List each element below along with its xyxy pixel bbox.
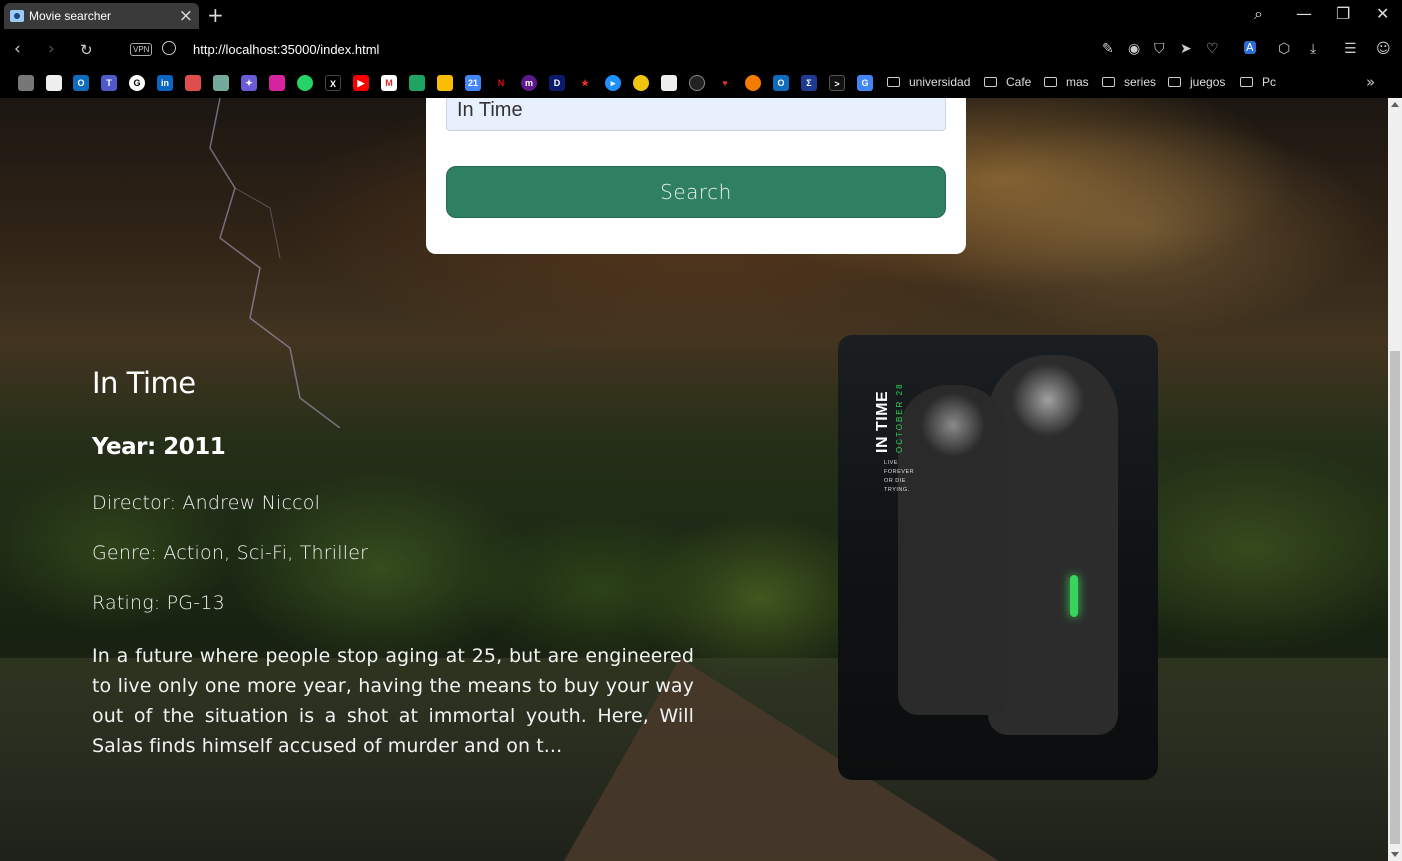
folder-label: juegos — [1190, 75, 1226, 89]
bookmark-notes-icon[interactable] — [18, 75, 34, 91]
bookmark-max-icon[interactable]: m — [521, 75, 537, 91]
bookmark-terminal-icon[interactable]: > — [829, 75, 845, 91]
bookmark-folder-mas[interactable]: mas — [1044, 75, 1089, 89]
tab-close-icon[interactable]: × — [179, 7, 193, 25]
bookmark-sigma-icon[interactable]: Σ — [801, 75, 817, 91]
bookmark-analytics-icon[interactable] — [745, 75, 761, 91]
bookmark-doc-icon[interactable] — [46, 75, 62, 91]
bookmark-disney-icon[interactable]: D — [549, 75, 565, 91]
bookmark-folder-universidad[interactable]: universidad — [887, 75, 970, 89]
bookmark-folder-pc[interactable]: Pc — [1240, 75, 1276, 89]
menu-icon[interactable]: ☰ — [1344, 41, 1357, 57]
bookmark-netflix-icon[interactable]: N — [493, 75, 509, 91]
download-icon[interactable]: ⤓ — [1310, 41, 1316, 57]
maximize-icon[interactable]: ❐ — [1336, 4, 1350, 23]
bookmark-page-icon[interactable] — [661, 75, 677, 91]
movie-plot: In a future where people stop aging at 2… — [92, 645, 694, 757]
folder-icon — [1044, 77, 1057, 87]
movie-director: Director: Andrew Niccol — [92, 492, 321, 514]
bookmark-x-icon[interactable]: X — [325, 75, 341, 91]
page-scrollbar[interactable] — [1388, 98, 1402, 861]
folder-label: universidad — [909, 75, 971, 89]
folder-icon — [1240, 77, 1253, 87]
bookmark-chatgpt-icon[interactable] — [213, 75, 229, 91]
edit-icon[interactable]: ✎ — [1102, 41, 1114, 57]
poster-date: OCTOBER 28 — [895, 382, 904, 453]
scroll-up-icon[interactable] — [1391, 102, 1399, 107]
bookmark-book-icon[interactable] — [185, 75, 201, 91]
forward-icon[interactable]: › — [48, 39, 55, 59]
poster-figure-woman — [898, 385, 1008, 715]
navigation-bar: ‹ › ↻ VPN http://localhost:35000/index.h… — [0, 32, 1402, 68]
bookmark-github-icon[interactable]: G — [129, 75, 145, 91]
bookmark-teams-icon[interactable]: T — [101, 75, 117, 91]
search-button[interactable]: Search — [446, 166, 946, 218]
movie-rating: Rating: PG-13 — [92, 592, 225, 614]
more-bookmarks-icon[interactable]: » — [1366, 73, 1375, 91]
folder-label: Cafe — [1006, 75, 1032, 89]
bookmark-drive-icon[interactable] — [409, 75, 425, 91]
bookmark-instagram-icon[interactable] — [269, 75, 285, 91]
search-input[interactable] — [446, 98, 946, 131]
bookmark-youtube-icon[interactable]: ▶ — [353, 75, 369, 91]
folder-label: series — [1124, 75, 1157, 89]
movie-poster: IN TIME OCTOBER 28 LIVE FOREVER OR DIE T… — [838, 335, 1158, 780]
bookmark-outlook2-icon[interactable]: O — [773, 75, 789, 91]
address-bar[interactable]: http://localhost:35000/index.html — [193, 42, 379, 57]
new-tab-icon[interactable]: + — [207, 3, 224, 27]
scroll-thumb[interactable] — [1390, 351, 1400, 844]
extensions-icon[interactable]: ⬡ — [1278, 41, 1290, 57]
search-tabs-icon[interactable]: ⌕ — [1254, 4, 1263, 24]
poster-title: IN TIME — [874, 390, 891, 453]
bookmark-folder-cafe[interactable]: Cafe — [984, 75, 1031, 89]
shield-icon[interactable]: ⛉ — [1154, 41, 1165, 57]
translate-icon[interactable]: A — [1244, 41, 1256, 54]
bookmark-folder-juegos[interactable]: juegos — [1168, 75, 1225, 89]
site-info-icon[interactable] — [162, 41, 176, 55]
folder-icon — [887, 77, 900, 87]
bookmark-calendar-icon[interactable]: 21 — [465, 75, 481, 91]
bookmark-photos-icon[interactable] — [437, 75, 453, 91]
bookmark-gemini-icon[interactable]: ✦ — [241, 75, 257, 91]
bookmark-eye-icon[interactable] — [633, 75, 649, 91]
movie-year: Year: 2011 — [92, 434, 226, 460]
bookmark-gmail-icon[interactable]: M — [381, 75, 397, 91]
send-icon[interactable]: ➤ — [1180, 41, 1192, 57]
folder-icon — [1168, 77, 1181, 87]
tab-title: Movie searcher — [29, 9, 112, 23]
poster-tagline: LIVE FOREVER OR DIE TRYING. — [884, 460, 915, 493]
minimize-icon[interactable]: — — [1296, 4, 1312, 23]
bookmark-translate-icon[interactable]: G — [857, 75, 873, 91]
bookmark-folder-series[interactable]: series — [1102, 75, 1156, 89]
tab-bar: Movie searcher × + ⌕ — ❐ ✕ — [0, 0, 1402, 32]
folder-icon — [1102, 77, 1115, 87]
scroll-down-icon[interactable] — [1391, 852, 1399, 857]
movie-title: In Time — [92, 366, 196, 400]
snapshot-icon[interactable]: ◉ — [1128, 41, 1140, 57]
bookmark-heart-icon[interactable]: ♥ — [717, 75, 733, 91]
bookmark-speed-icon[interactable] — [689, 75, 705, 91]
movie-genre: Genre: Action, Sci-Fi, Thriller — [92, 542, 369, 564]
search-card: Search — [426, 98, 966, 254]
bookmark-play-icon[interactable]: ▸ — [605, 75, 621, 91]
back-icon[interactable]: ‹ — [14, 39, 21, 59]
bookmark-whatsapp-icon[interactable] — [297, 75, 313, 91]
heart-icon[interactable]: ♡ — [1206, 41, 1219, 57]
poster-clock-glow — [1070, 575, 1078, 617]
bookmark-linkedin-icon[interactable]: in — [157, 75, 173, 91]
browser-tab[interactable]: Movie searcher × — [4, 3, 199, 29]
bookmarks-bar: O T G in ✦ X ▶ M 21 N m D ★ ▸ ♥ O Σ > G … — [0, 68, 1402, 98]
folder-label: mas — [1066, 75, 1089, 89]
profile-icon[interactable]: ☺ — [1376, 41, 1391, 57]
close-window-icon[interactable]: ✕ — [1376, 4, 1389, 23]
tab-favicon-icon — [10, 10, 24, 22]
reload-icon[interactable]: ↻ — [80, 41, 93, 59]
page-viewport: Search In Time Year: 2011 Director: Andr… — [0, 98, 1388, 861]
folder-icon — [984, 77, 997, 87]
vpn-badge[interactable]: VPN — [130, 43, 153, 56]
bookmark-outlook-icon[interactable]: O — [73, 75, 89, 91]
bookmark-star-icon[interactable]: ★ — [577, 75, 593, 91]
folder-label: Pc — [1262, 75, 1277, 89]
